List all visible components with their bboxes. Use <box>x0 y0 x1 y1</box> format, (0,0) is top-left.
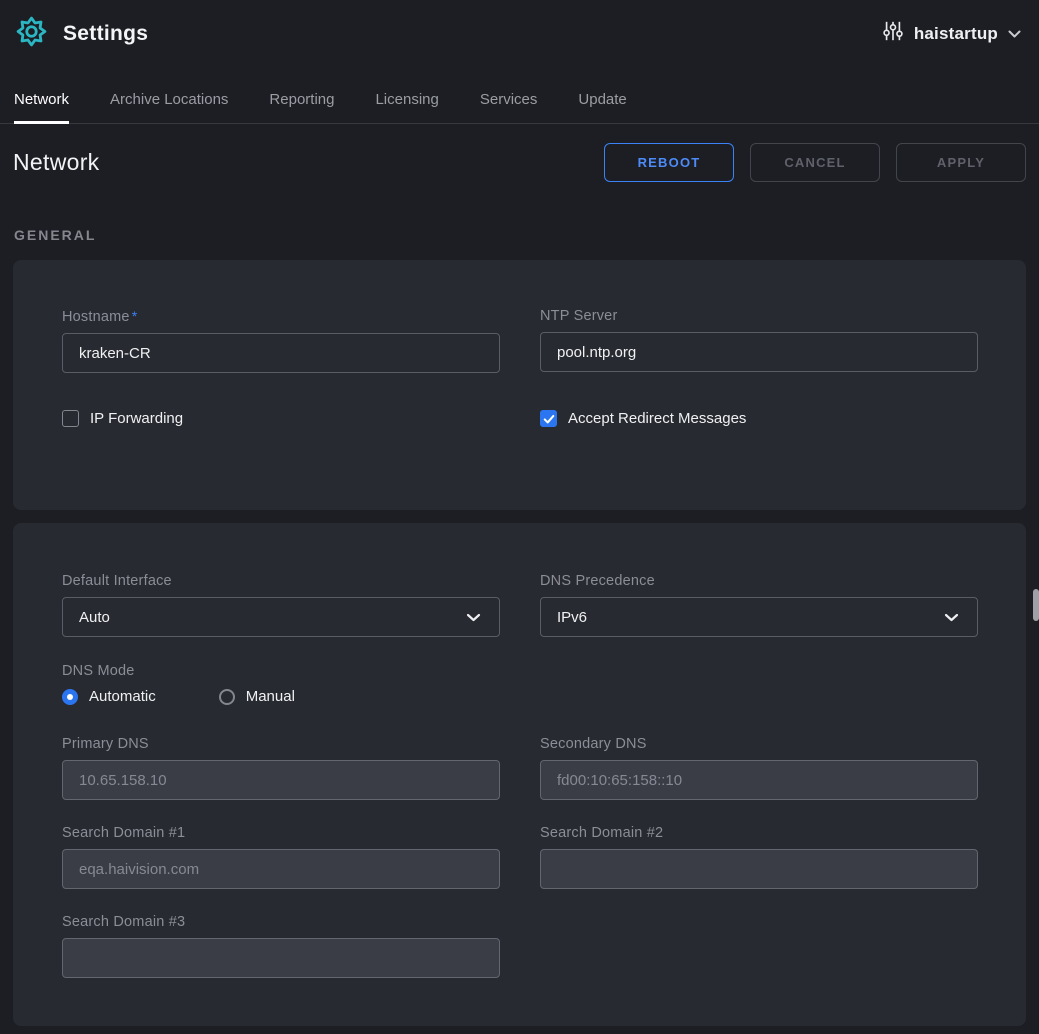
required-asterisk: * <box>132 308 138 324</box>
secondary-dns-field-group: Secondary DNS <box>540 736 978 800</box>
general-card: Hostname* NTP Server IP Forwarding Acce <box>13 260 1026 510</box>
search-domain-1-label: Search Domain #1 <box>62 825 500 841</box>
dns-precedence-value: IPv6 <box>557 609 587 626</box>
search-domain-2-label: Search Domain #2 <box>540 825 978 841</box>
dns-mode-group: DNS Mode Automatic Manual <box>62 663 977 705</box>
tab-network[interactable]: Network <box>14 91 69 123</box>
primary-dns-label: Primary DNS <box>62 736 500 752</box>
secondary-dns-input <box>540 760 978 800</box>
dns-mode-label: DNS Mode <box>62 663 977 679</box>
accept-redirect-checkbox-item[interactable]: Accept Redirect Messages <box>540 410 978 427</box>
chevron-down-icon <box>1008 25 1021 43</box>
dns-mode-automatic-radio-item[interactable]: Automatic <box>62 688 156 705</box>
ntp-server-field-group: NTP Server <box>540 308 978 373</box>
tab-reporting[interactable]: Reporting <box>269 91 334 123</box>
apply-button[interactable]: APPLY <box>896 143 1026 182</box>
search-domain-2-field-group: Search Domain #2 <box>540 825 978 889</box>
dns-mode-automatic-radio[interactable] <box>62 689 78 705</box>
page-actions: REBOOT CANCEL APPLY <box>604 143 1026 182</box>
search-domain-1-field-group: Search Domain #1 <box>62 825 500 889</box>
account-name: haistartup <box>914 24 998 44</box>
ip-forwarding-checkbox[interactable] <box>62 410 79 427</box>
cancel-button[interactable]: CANCEL <box>750 143 880 182</box>
reboot-button[interactable]: REBOOT <box>604 143 734 182</box>
app-title: Settings <box>63 22 148 46</box>
settings-gear-icon <box>15 15 48 53</box>
ntp-server-label: NTP Server <box>540 308 978 324</box>
dns-mode-manual-radio-item[interactable]: Manual <box>219 688 295 705</box>
search-domain-2-input <box>540 849 978 889</box>
hostname-input[interactable] <box>62 333 500 373</box>
primary-dns-input <box>62 760 500 800</box>
ntp-server-input[interactable] <box>540 332 978 372</box>
search-domain-1-input <box>62 849 500 889</box>
dns-precedence-label: DNS Precedence <box>540 573 978 589</box>
tab-services[interactable]: Services <box>480 91 538 123</box>
settings-tabbar: Network Archive Locations Reporting Lice… <box>0 67 1039 124</box>
tab-archive-locations[interactable]: Archive Locations <box>110 91 228 123</box>
tab-licensing[interactable]: Licensing <box>375 91 438 123</box>
dns-precedence-field-group: DNS Precedence IPv6 <box>540 573 978 637</box>
chevron-down-icon <box>466 609 481 626</box>
tab-update[interactable]: Update <box>578 91 626 123</box>
ip-forwarding-label: IP Forwarding <box>90 410 183 427</box>
general-section-heading: GENERAL <box>14 227 1025 243</box>
search-domain-3-input <box>62 938 500 978</box>
hostname-label: Hostname* <box>62 308 500 325</box>
dns-mode-automatic-label: Automatic <box>89 688 156 705</box>
scrollbar-thumb[interactable] <box>1033 589 1039 621</box>
app-header: Settings haistartup <box>0 0 1039 67</box>
network-settings-card: Default Interface Auto DNS Precedence IP… <box>13 523 1026 1026</box>
search-domain-3-label: Search Domain #3 <box>62 914 500 930</box>
ip-forwarding-checkbox-item[interactable]: IP Forwarding <box>62 410 500 427</box>
hostname-field-group: Hostname* <box>62 308 500 373</box>
primary-dns-field-group: Primary DNS <box>62 736 500 800</box>
dns-mode-manual-label: Manual <box>246 688 295 705</box>
default-interface-value: Auto <box>79 609 110 626</box>
default-interface-field-group: Default Interface Auto <box>62 573 500 637</box>
page-head: Network REBOOT CANCEL APPLY <box>13 143 1026 182</box>
chevron-down-icon <box>944 609 959 626</box>
page-title: Network <box>13 149 99 176</box>
account-menu[interactable]: haistartup <box>882 20 1021 47</box>
dns-precedence-select[interactable]: IPv6 <box>540 597 978 637</box>
dns-mode-manual-radio[interactable] <box>219 689 235 705</box>
search-domain-3-field-group: Search Domain #3 <box>62 914 500 978</box>
check-icon <box>543 413 555 425</box>
accept-redirect-label: Accept Redirect Messages <box>568 410 746 427</box>
sliders-icon <box>882 20 904 47</box>
default-interface-label: Default Interface <box>62 573 500 589</box>
secondary-dns-label: Secondary DNS <box>540 736 978 752</box>
accept-redirect-checkbox[interactable] <box>540 410 557 427</box>
default-interface-select[interactable]: Auto <box>62 597 500 637</box>
